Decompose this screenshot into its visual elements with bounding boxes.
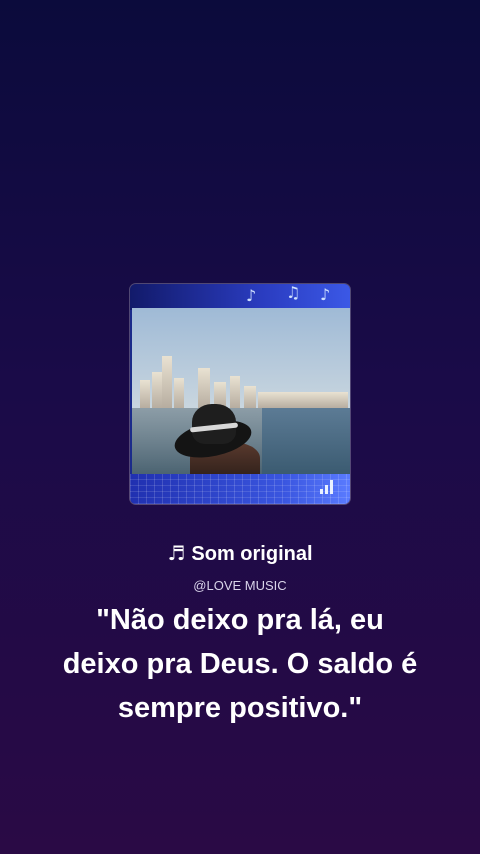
quote-text: "Não deixo pra lá, eu deixo pra Deus. O …	[62, 604, 418, 724]
building	[162, 356, 172, 408]
building	[198, 368, 210, 408]
building	[174, 378, 184, 408]
cover-bottom-strip	[130, 474, 350, 504]
album-cover[interactable]: ♪ ♫ ♪	[130, 284, 350, 504]
sound-author[interactable]: @LOVE MUSIC	[0, 578, 480, 593]
signal-bars-icon	[320, 480, 336, 494]
music-note-icon: ♪	[246, 286, 257, 305]
building	[244, 386, 256, 408]
music-note-icon: ♬	[167, 541, 186, 565]
building	[230, 376, 240, 408]
cover-photo	[132, 308, 350, 476]
sound-title: Som original	[191, 543, 313, 565]
sound-title-row[interactable]: ♬ Som original	[0, 540, 480, 567]
cover-top-strip	[130, 284, 350, 310]
music-note-icon: ♫	[286, 284, 301, 302]
building	[140, 380, 150, 408]
building	[258, 392, 348, 408]
music-note-icon: ♪	[320, 285, 331, 304]
